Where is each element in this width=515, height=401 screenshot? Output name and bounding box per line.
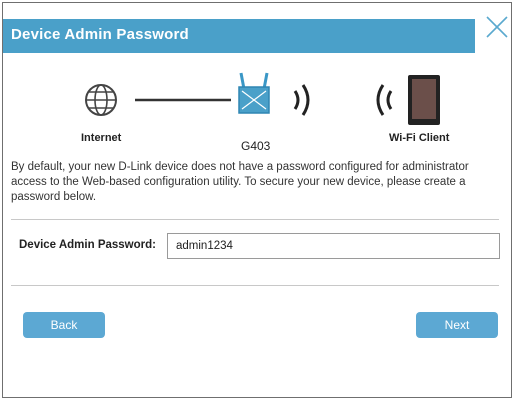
client-label: Wi-Fi Client — [389, 132, 450, 144]
description-text: By default, your new D-Link device does … — [11, 161, 469, 203]
title-bar: Device Admin Password — [3, 19, 475, 53]
globe-icon — [85, 84, 117, 116]
next-button[interactable]: Next — [416, 312, 498, 338]
close-button[interactable] — [483, 13, 511, 41]
router-label: G403 — [241, 139, 271, 153]
password-label: Device Admin Password: — [19, 239, 156, 251]
internet-label: Internet — [81, 132, 122, 144]
setup-dialog: Device Admin Password Internet G403 Wi-F… — [2, 2, 512, 398]
password-input[interactable] — [167, 233, 500, 259]
router-icon — [238, 72, 270, 114]
divider-top — [11, 219, 499, 220]
wifi-signal-icon — [293, 84, 393, 116]
divider-bottom — [11, 285, 499, 286]
back-button[interactable]: Back — [23, 312, 105, 338]
tablet-icon — [408, 75, 440, 125]
dialog-title: Device Admin Password — [11, 26, 189, 43]
close-icon — [486, 16, 508, 38]
network-diagram: Internet G403 Wi-Fi Client — [3, 67, 511, 157]
